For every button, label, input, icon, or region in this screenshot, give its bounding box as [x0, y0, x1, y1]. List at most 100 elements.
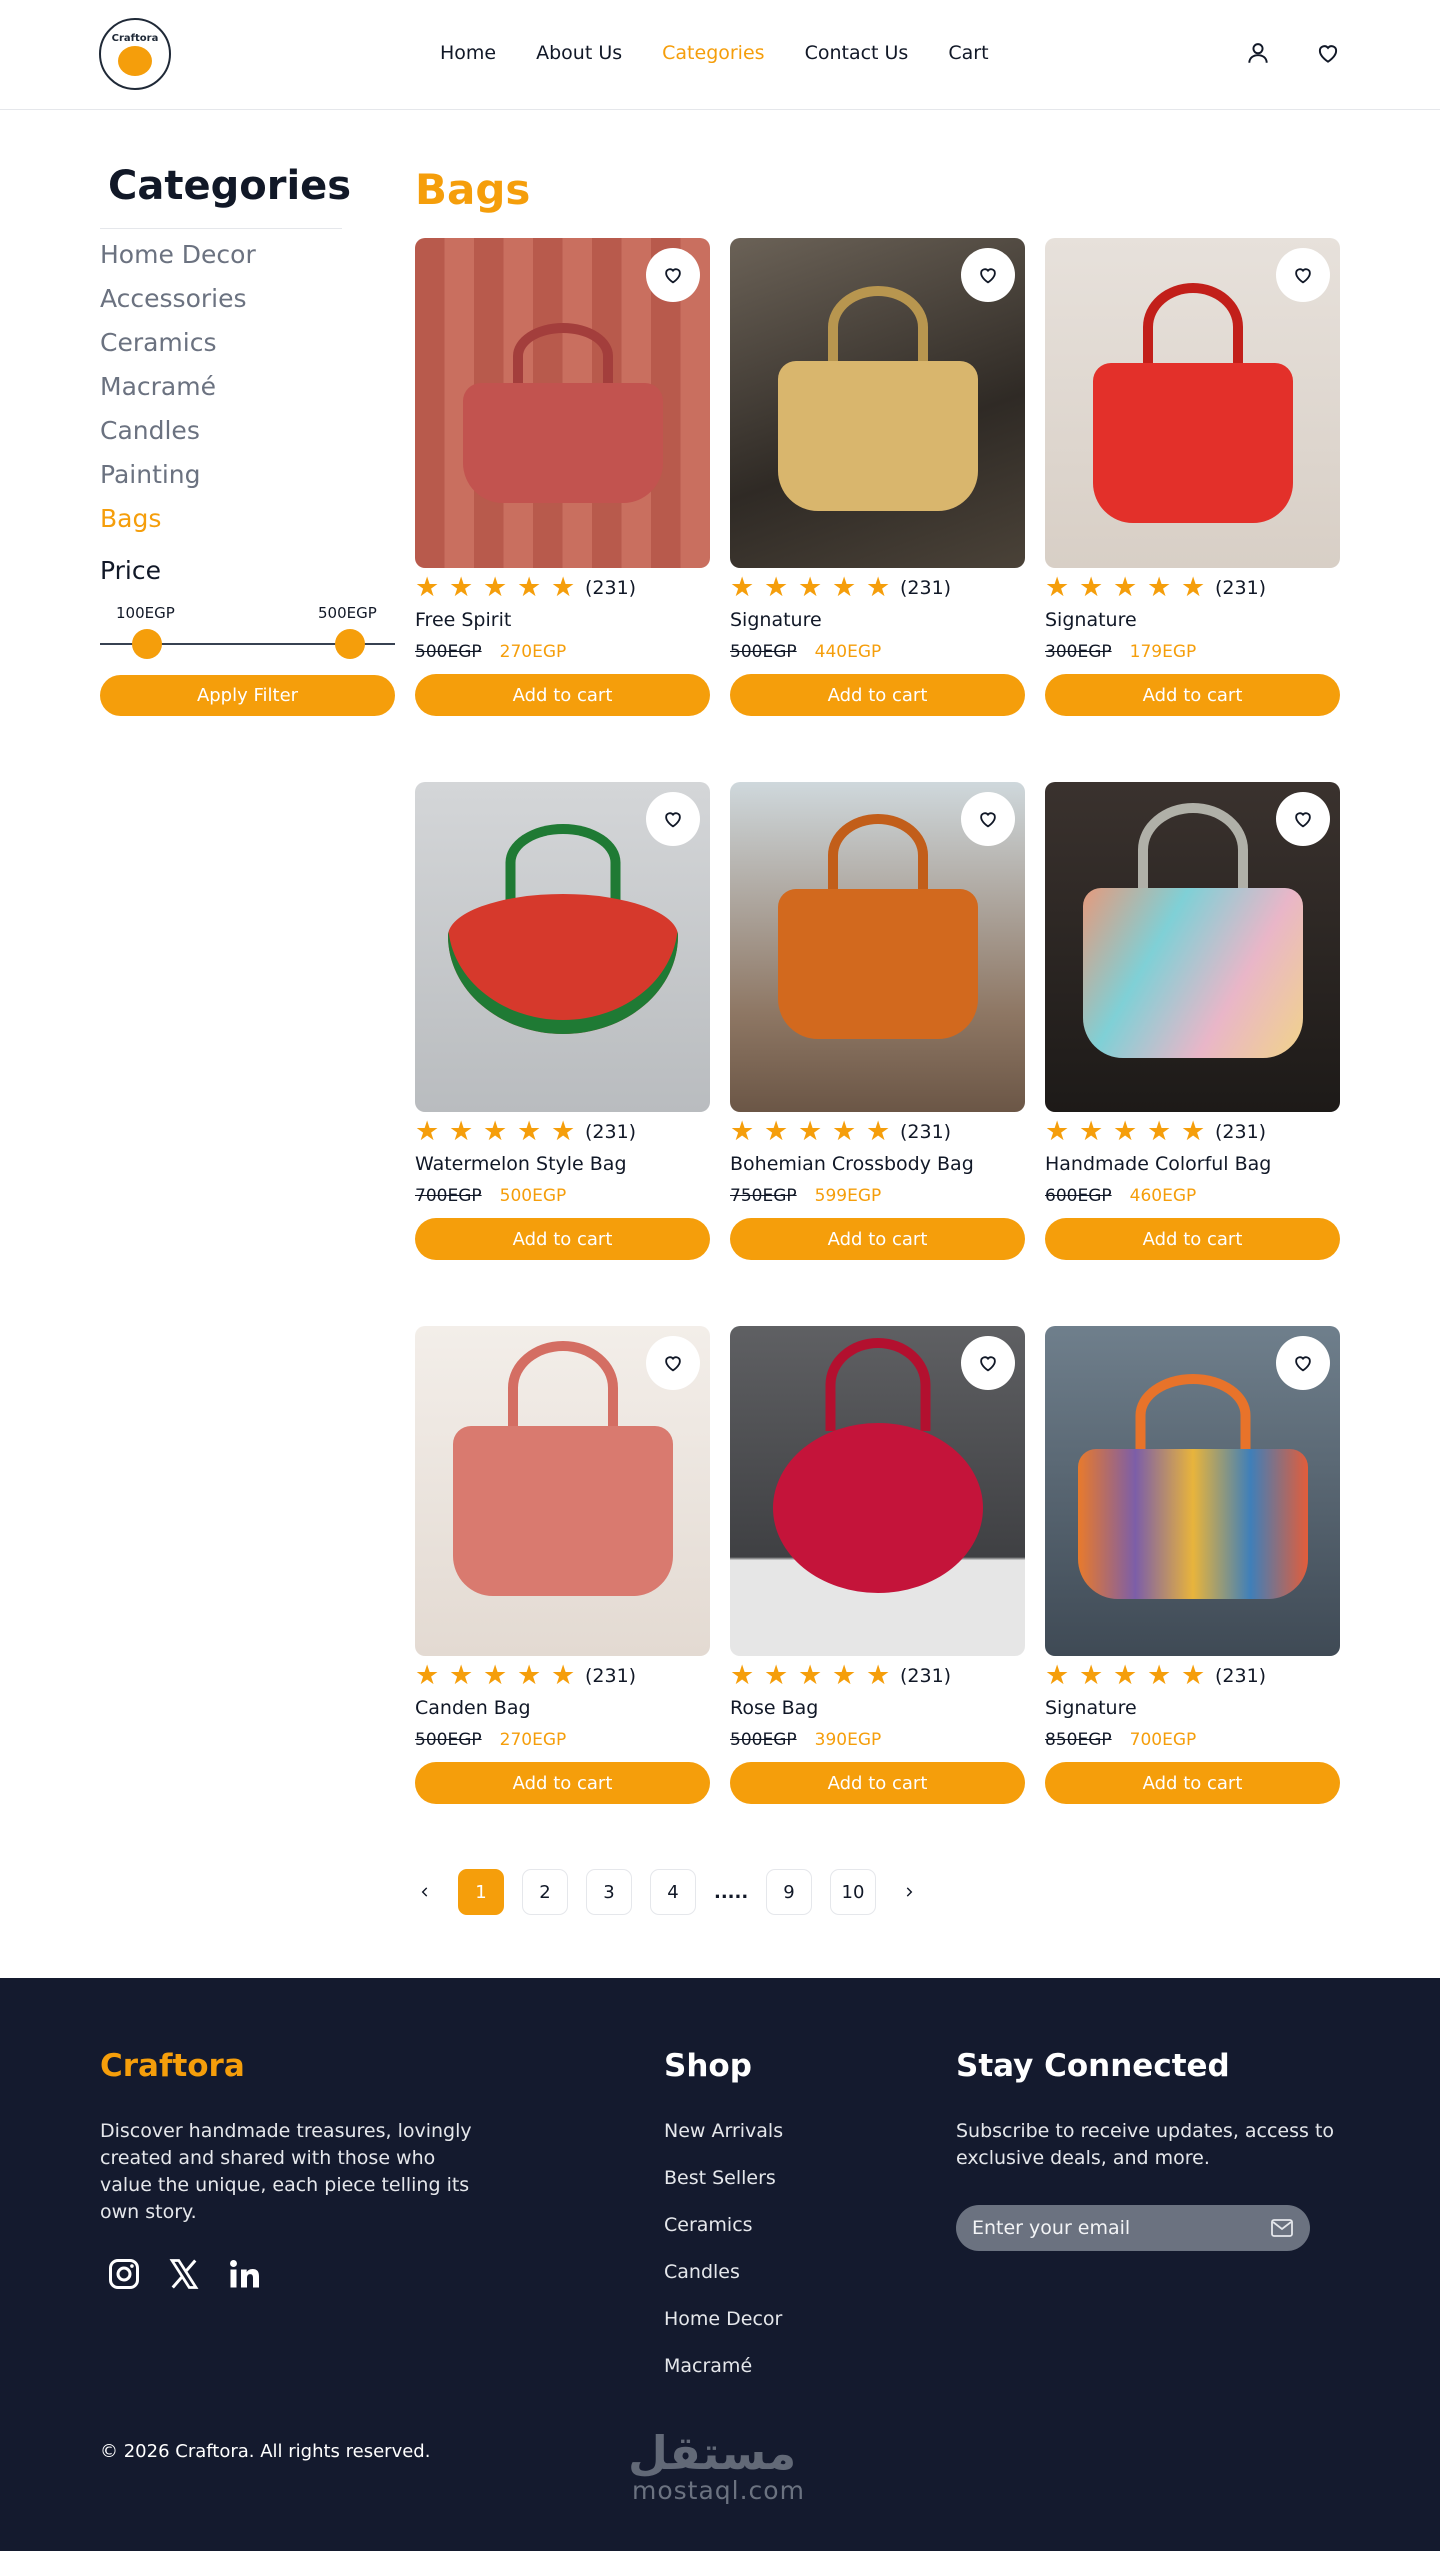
price-slider-min-handle[interactable] — [132, 629, 162, 659]
wishlist-button[interactable] — [646, 792, 700, 846]
product-card[interactable]: ★ ★ ★ ★ ★ (231) Watermelon Style Bag 700EGP 500E… — [415, 782, 710, 1260]
product-card[interactable]: ★ ★ ★ ★ ★ (231) Signature 850EGP 700EGP Add to ca… — [1045, 1326, 1340, 1804]
footer-link-new-arrivals[interactable]: New Arrivals — [664, 2118, 783, 2165]
wishlist-button[interactable] — [646, 248, 700, 302]
mail-icon[interactable] — [1270, 2217, 1294, 2239]
add-to-cart-button[interactable]: Add to cart — [730, 1218, 1025, 1260]
product-name[interactable]: Rose Bag — [730, 1697, 1025, 1723]
price-slider-max-handle[interactable] — [335, 629, 365, 659]
product-name[interactable]: Canden Bag — [415, 1697, 710, 1723]
footer-link-ceramics[interactable]: Ceramics — [664, 2212, 783, 2259]
product-name[interactable]: Watermelon Style Bag — [415, 1153, 710, 1179]
bag-handle-graphic — [827, 286, 928, 369]
product-card[interactable]: ★ ★ ★ ★ ★ (231) Signature 300EGP 179EGP Add to ca… — [1045, 238, 1340, 716]
product-card[interactable]: ★ ★ ★ ★ ★ (231) Bohemian Crossbody Bag 750EGP 59… — [730, 782, 1025, 1260]
product-card[interactable]: ★ ★ ★ ★ ★ (231) Signature 500EGP 440EGP Add to ca… — [730, 238, 1025, 716]
category-ceramics[interactable]: Ceramics — [100, 326, 256, 370]
user-icon[interactable] — [1245, 40, 1271, 66]
nav-home[interactable]: Home — [440, 42, 496, 64]
star-icon: ★ — [1079, 1116, 1104, 1147]
category-home-decor[interactable]: Home Decor — [100, 238, 256, 282]
add-to-cart-button[interactable]: Add to cart — [415, 1218, 710, 1260]
nav-about-us[interactable]: About Us — [536, 42, 622, 64]
linkedin-icon[interactable] — [226, 2256, 262, 2292]
product-prices: 300EGP 179EGP — [1045, 642, 1340, 666]
page-1[interactable]: 1 — [458, 1869, 504, 1915]
add-to-cart-button[interactable]: Add to cart — [730, 1762, 1025, 1804]
category-accessories[interactable]: Accessories — [100, 282, 256, 326]
product-image[interactable] — [1045, 238, 1340, 568]
footer-subscribe-text: Subscribe to receive updates, access to … — [956, 2120, 1335, 2169]
product-name[interactable]: Handmade Colorful Bag — [1045, 1153, 1340, 1179]
page-2[interactable]: 2 — [522, 1869, 568, 1915]
product-name[interactable]: Signature — [1045, 609, 1340, 635]
star-icon: ★ — [866, 1660, 891, 1691]
nav-contact-us[interactable]: Contact Us — [805, 42, 909, 64]
wishlist-button[interactable] — [961, 248, 1015, 302]
product-image[interactable] — [1045, 1326, 1340, 1656]
watermark-url: mostaql.com — [632, 2476, 805, 2505]
category-macrame[interactable]: Macramé — [100, 370, 256, 414]
heart-icon[interactable] — [1315, 40, 1341, 66]
bag-graphic — [777, 888, 978, 1039]
page-10[interactable]: 10 — [830, 1869, 876, 1915]
wishlist-button[interactable] — [1276, 248, 1330, 302]
wishlist-button[interactable] — [961, 1336, 1015, 1390]
star-icon: ★ — [730, 572, 755, 603]
bag-handle-graphic — [507, 1340, 618, 1435]
bag-handle-graphic — [825, 1337, 930, 1431]
category-candles[interactable]: Candles — [100, 414, 256, 458]
add-to-cart-button[interactable]: Add to cart — [1045, 1218, 1340, 1260]
brand-logo[interactable]: Craftora — [99, 18, 171, 90]
add-to-cart-button[interactable]: Add to cart — [730, 674, 1025, 716]
email-field[interactable] — [956, 2205, 1310, 2251]
main-nav: Home About Us Categories Contact Us Cart — [440, 42, 989, 64]
wishlist-button[interactable] — [1276, 1336, 1330, 1390]
product-image[interactable] — [415, 782, 710, 1112]
add-to-cart-button[interactable]: Add to cart — [1045, 1762, 1340, 1804]
nav-cart[interactable]: Cart — [948, 42, 988, 64]
add-to-cart-button[interactable]: Add to cart — [415, 1762, 710, 1804]
wishlist-button[interactable] — [646, 1336, 700, 1390]
footer-link-macrame[interactable]: Macramé — [664, 2353, 783, 2400]
category-bags[interactable]: Bags — [100, 502, 256, 546]
product-name[interactable]: Bohemian Crossbody Bag — [730, 1153, 1025, 1179]
star-icon: ★ — [798, 1660, 823, 1691]
star-icon: ★ — [798, 572, 823, 603]
x-icon[interactable] — [166, 2256, 202, 2292]
product-name[interactable]: Signature — [1045, 1697, 1340, 1723]
category-painting[interactable]: Painting — [100, 458, 256, 502]
footer-link-best-sellers[interactable]: Best Sellers — [664, 2165, 783, 2212]
product-card[interactable]: ★ ★ ★ ★ ★ (231) Canden Bag 500EGP 270EGP Add to c… — [415, 1326, 710, 1804]
product-card[interactable]: ★ ★ ★ ★ ★ (231) Handmade Colorful Bag 600EGP 460… — [1045, 782, 1340, 1260]
instagram-icon[interactable] — [106, 2256, 142, 2292]
page-3[interactable]: 3 — [586, 1869, 632, 1915]
nav-categories[interactable]: Categories — [662, 42, 764, 64]
prev-page-button[interactable] — [410, 1869, 440, 1915]
product-name[interactable]: Signature — [730, 609, 1025, 635]
product-image[interactable] — [730, 1326, 1025, 1656]
wishlist-button[interactable] — [1276, 792, 1330, 846]
footer-link-candles[interactable]: Candles — [664, 2259, 783, 2306]
page-9[interactable]: 9 — [766, 1869, 812, 1915]
add-to-cart-button[interactable]: Add to cart — [1045, 674, 1340, 716]
product-card[interactable]: ★ ★ ★ ★ ★ (231) Rose Bag 500EGP 390EGP Add to car… — [730, 1326, 1025, 1804]
wishlist-button[interactable] — [961, 792, 1015, 846]
star-icon: ★ — [551, 572, 576, 603]
product-image[interactable] — [415, 1326, 710, 1656]
product-image[interactable] — [415, 238, 710, 568]
product-image[interactable] — [730, 238, 1025, 568]
page-4[interactable]: 4 — [650, 1869, 696, 1915]
product-name[interactable]: Free Spirit — [415, 609, 710, 635]
rating-count: (231) — [1215, 1121, 1267, 1143]
next-page-button[interactable] — [894, 1869, 924, 1915]
bag-graphic — [447, 893, 678, 1034]
star-icon: ★ — [415, 1660, 440, 1691]
product-card[interactable]: ★ ★ ★ ★ ★ (231) Free Spirit 500EGP 270EGP Add to … — [415, 238, 710, 716]
apply-filter-button[interactable]: Apply Filter — [100, 675, 395, 716]
footer-link-home-decor[interactable]: Home Decor — [664, 2306, 783, 2353]
old-price: 600EGP — [1045, 1186, 1112, 1206]
add-to-cart-button[interactable]: Add to cart — [415, 674, 710, 716]
product-image[interactable] — [1045, 782, 1340, 1112]
product-image[interactable] — [730, 782, 1025, 1112]
